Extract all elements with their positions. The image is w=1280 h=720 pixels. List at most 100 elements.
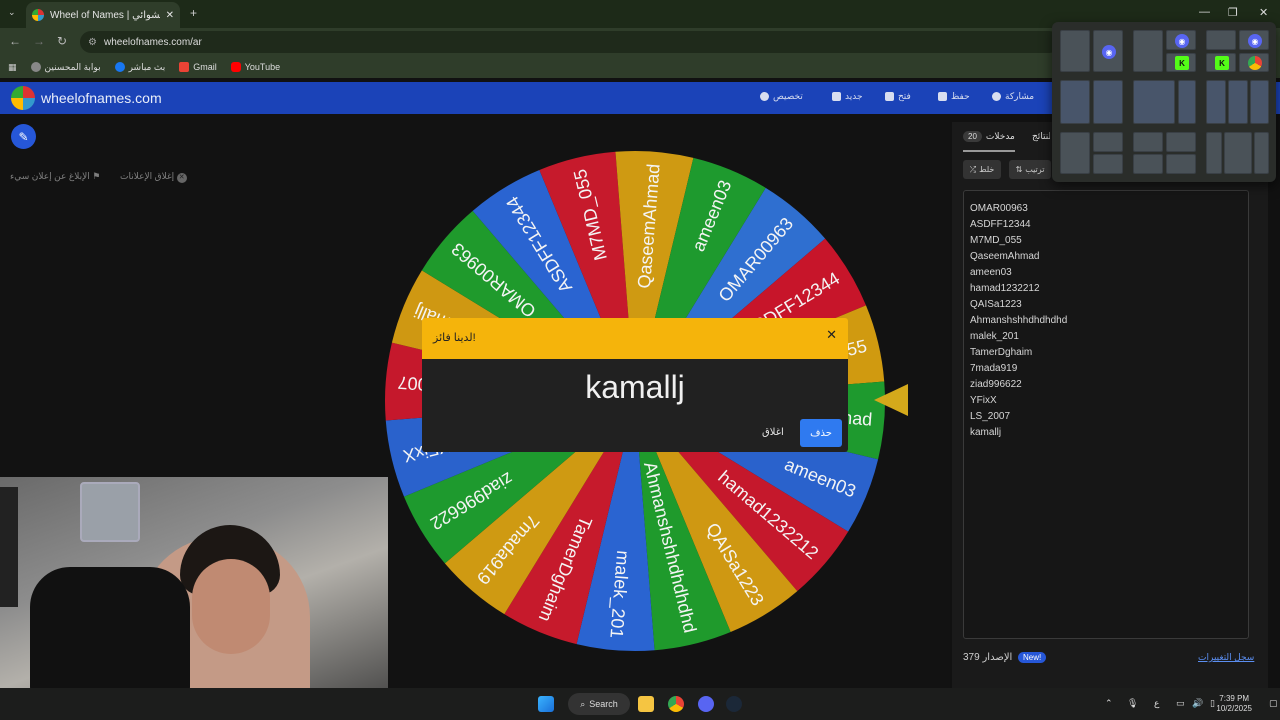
snap-zone[interactable] <box>1133 80 1175 124</box>
snap-zone[interactable] <box>1224 132 1252 174</box>
snap-zone[interactable]: K <box>1166 53 1196 72</box>
remove-button[interactable]: حذف <box>800 419 842 447</box>
bookmark-label: بث مباشر <box>128 61 166 72</box>
close-ads-label: إغلاق الإعلانات <box>120 171 175 181</box>
entry-line: QaseemAhmad <box>970 251 1040 262</box>
shuffle-button[interactable]: ⤮ خلط <box>963 160 1001 179</box>
tab-results[interactable]: النتائج <box>1032 131 1050 142</box>
snap-zone[interactable] <box>1093 132 1123 152</box>
snap-zone[interactable] <box>1166 132 1196 152</box>
entry-line: Ahmanshshhdhdhdhd <box>970 315 1068 326</box>
snap-zone[interactable] <box>1206 80 1226 124</box>
snap-zone[interactable] <box>1133 154 1163 174</box>
menu-open[interactable]: فتح <box>885 91 911 102</box>
entry-line: malek_201 <box>970 331 1019 342</box>
sort-button[interactable]: ⇅ ترتيب <box>1009 160 1051 179</box>
windows-taskbar: ⌕ Search ⌃ 🎙 ع ▭ 🔊 ▯ 7:39 PM 10/2/2025 ▢ <box>0 688 1280 720</box>
url-text: wheelofnames.com/ar <box>104 36 202 48</box>
apps-grid-icon[interactable]: ▦ <box>8 62 17 73</box>
snap-zone[interactable] <box>1250 80 1269 124</box>
snap-zone[interactable] <box>1060 30 1090 72</box>
tab-list-icon[interactable]: ⌄ <box>8 7 16 18</box>
snap-zone[interactable] <box>1206 132 1222 174</box>
close-ads-link[interactable]: إغلاق الإعلانات ✕ <box>120 171 187 183</box>
snap-zone[interactable]: ◉ <box>1093 30 1123 72</box>
snap-zone[interactable]: ◉ <box>1166 30 1196 50</box>
back-icon[interactable]: ← <box>9 34 21 48</box>
clock-date: 10/2/2025 <box>1216 704 1252 713</box>
forward-icon[interactable]: → <box>33 34 45 48</box>
notification-icon[interactable]: ▢ <box>1269 698 1278 709</box>
bookmark-item[interactable]: YouTube <box>230 62 281 72</box>
folder-icon <box>885 92 894 101</box>
tab-entries[interactable]: 20 مدخلات <box>963 131 1015 152</box>
snap-zone[interactable] <box>1060 80 1090 124</box>
site-name[interactable]: wheelofnames.com <box>41 90 162 106</box>
wheel-favicon-icon <box>32 9 44 21</box>
taskbar-search[interactable]: ⌕ Search <box>568 693 630 715</box>
snap-zone[interactable] <box>1254 132 1269 174</box>
language-indicator[interactable]: ع <box>1154 698 1159 709</box>
snap-zone[interactable] <box>1133 30 1163 72</box>
snap-zone[interactable] <box>1206 30 1236 50</box>
tab-close-icon[interactable]: ✕ <box>166 10 174 21</box>
microphone-icon[interactable]: 🎙 <box>1127 698 1138 709</box>
menu-new[interactable]: جديد <box>832 91 863 102</box>
tab-title: Wheel of Names | اسم العشوائي <box>50 9 160 21</box>
report-ad-link[interactable]: الإبلاغ عن إعلان سيء ⚑ <box>10 171 100 182</box>
tab-results-label: النتائج <box>1032 131 1050 141</box>
snap-zone[interactable] <box>1166 154 1196 174</box>
menu-customize[interactable]: تخصيص <box>760 91 803 102</box>
snap-zone[interactable] <box>1060 132 1090 174</box>
version-number: 379 <box>963 652 980 663</box>
site-info-icon[interactable]: ⚙ <box>88 37 97 48</box>
reload-icon[interactable]: ↻ <box>57 34 67 48</box>
chrome-icon <box>1248 56 1262 70</box>
bookmark-item[interactable]: Gmail <box>179 62 217 72</box>
browser-tab[interactable]: Wheel of Names | اسم العشوائي ✕ <box>26 2 180 28</box>
snap-zone[interactable] <box>1093 154 1123 174</box>
bookmark-label: YouTube <box>244 62 281 72</box>
entry-line: ziad996622 <box>970 379 1022 390</box>
site-logo-icon[interactable] <box>11 86 35 110</box>
snap-zone[interactable]: ◉ <box>1239 30 1269 50</box>
address-bar[interactable]: ⚙ wheelofnames.com/ar <box>80 31 1060 53</box>
entry-line: ameen03 <box>970 267 1012 278</box>
changelog-link[interactable]: سجل التغييرات <box>1198 652 1254 663</box>
windows-start-icon[interactable] <box>538 696 554 712</box>
snap-zone[interactable] <box>1178 80 1196 124</box>
tray-chevron-icon[interactable]: ⌃ <box>1105 698 1113 709</box>
taskbar-clock[interactable]: 7:39 PM 10/2/2025 <box>1216 694 1252 714</box>
menu-share[interactable]: مشاركة <box>992 91 1034 102</box>
window-close-icon[interactable]: ✕ <box>1259 6 1268 19</box>
snap-zone[interactable] <box>1093 80 1123 124</box>
snap-zone[interactable]: K <box>1206 53 1236 72</box>
network-icon[interactable]: ▭ <box>1176 698 1185 709</box>
minimize-icon[interactable]: — <box>1199 6 1210 18</box>
discord-icon: ◉ <box>1248 34 1262 48</box>
edit-wheel-button[interactable]: ✎ <box>11 124 36 149</box>
steam-icon[interactable] <box>726 696 742 712</box>
close-icon[interactable]: ✕ <box>826 327 837 343</box>
snap-zone[interactable] <box>1228 80 1248 124</box>
volume-icon[interactable]: 🔊 <box>1192 698 1203 709</box>
restore-icon[interactable]: ❐ <box>1228 6 1238 19</box>
entry-line: OMAR00963 <box>970 203 1028 214</box>
youtube-icon <box>230 62 241 72</box>
snap-zone[interactable] <box>1239 53 1269 72</box>
bookmark-item[interactable]: بث مباشر <box>114 61 166 73</box>
bookmark-item[interactable]: بوابة المحسنين <box>30 62 101 73</box>
discord-icon[interactable] <box>698 696 714 712</box>
new-tab-icon[interactable]: + <box>190 6 197 20</box>
globe-icon <box>30 62 41 72</box>
close-button[interactable]: اغلاق <box>762 427 784 438</box>
file-icon <box>832 92 841 101</box>
menu-save[interactable]: حفظ <box>938 91 970 102</box>
dialog-body: kamallj اغلاق حذف <box>422 359 848 452</box>
battery-icon[interactable]: ▯ <box>1210 698 1215 709</box>
tab-entries-label: مدخلات <box>985 131 1015 141</box>
snap-zone[interactable] <box>1133 132 1163 152</box>
file-explorer-icon[interactable] <box>638 696 654 712</box>
entries-textarea[interactable]: OMAR00963 ASDFF12344 M7MD_055 QaseemAhmad am… <box>963 190 1249 639</box>
chrome-icon[interactable] <box>668 696 684 712</box>
